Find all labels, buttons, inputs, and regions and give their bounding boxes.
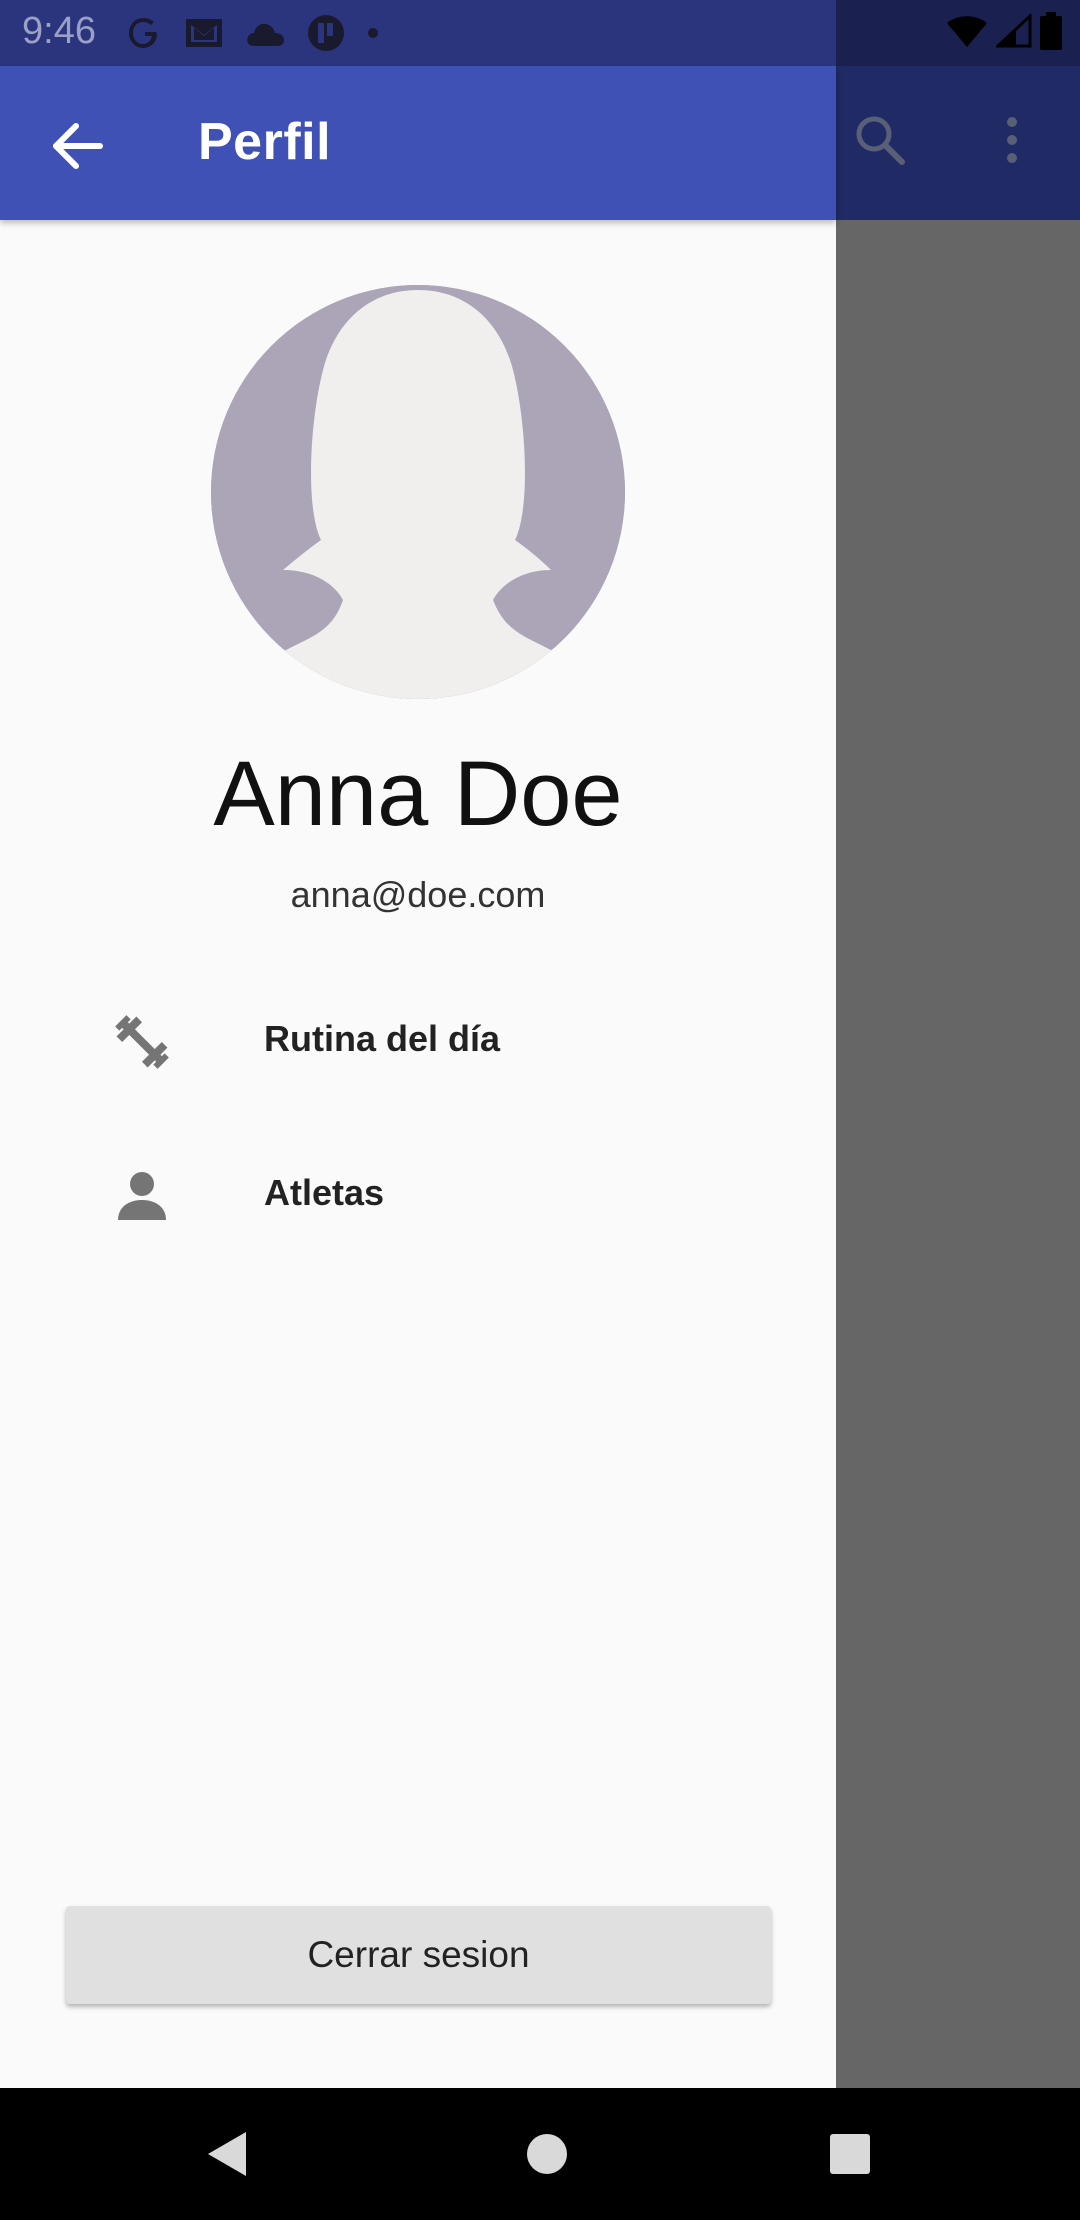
menu-item-rutina[interactable]: Rutina del día [0,966,836,1116]
battery-icon [1040,11,1062,55]
menu-item-label: Atletas [264,1172,385,1213]
nav-recents-icon[interactable] [820,2124,880,2184]
logout-button[interactable]: Cerrar sesion [66,1906,771,2004]
person-icon [110,1164,174,1228]
google-icon [126,14,164,52]
dumbbell-icon [110,1010,174,1074]
avatar [211,285,625,699]
search-icon[interactable] [852,112,908,168]
status-time: 9:46 [22,10,96,52]
menu-item-label: Rutina del día [264,1018,501,1059]
page-title: Perfil [198,113,332,171]
dot-icon [366,26,380,40]
more-vert-icon[interactable] [988,112,1036,168]
gmail-icon [184,15,224,51]
wifi-icon [946,14,988,53]
status-bar: 9:46 [0,0,1080,66]
user-email: anna@doe.com [290,874,546,915]
cloud-icon [244,18,286,48]
nav-home-icon[interactable] [517,2124,577,2184]
system-icons [946,11,1062,55]
user-name: Anna Doe [213,743,623,845]
app-icon [306,13,346,53]
nav-back-icon[interactable] [200,2124,260,2184]
notification-icons [126,12,380,54]
back-arrow-icon[interactable] [48,118,108,174]
navigation-drawer: Perfil Anna Doe anna@doe.com Rutina del … [0,66,836,2088]
signal-icon [994,12,1032,53]
menu-item-atletas[interactable]: Atletas [0,1120,836,1270]
drawer-header: Perfil [0,66,836,220]
navigation-bar [0,2088,1080,2220]
